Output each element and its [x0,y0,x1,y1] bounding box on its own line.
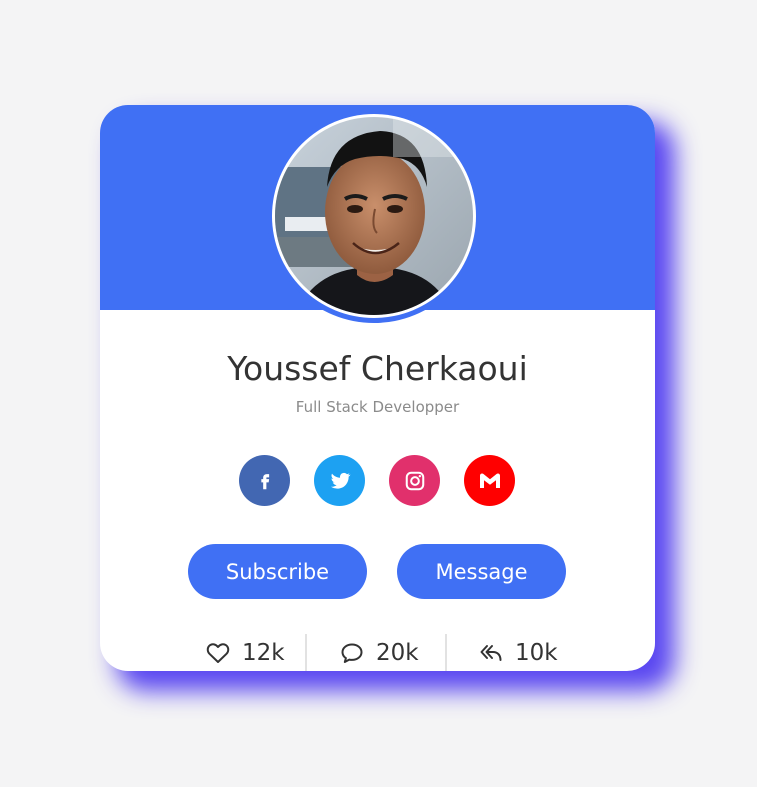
stat-divider [305,634,307,671]
likes-stat[interactable]: 12k [206,638,285,668]
facebook-icon [260,473,269,489]
profile-job-title: Full Stack Developper [295,398,460,416]
gmail-icon [479,472,500,488]
comments-count: 20k [376,640,419,666]
avatar [272,114,476,318]
shares-stat[interactable]: 10k [479,638,558,668]
avatar-ring [267,109,481,323]
likes-count: 12k [242,640,285,666]
instagram-icon [405,471,424,490]
stats-bar: 12k 20k 10k [100,634,655,671]
reply-all-icon [480,645,502,661]
profile-name: Youssef Cherkaoui [227,349,528,388]
shares-count: 10k [515,640,558,666]
comment-icon [341,643,363,663]
heart-icon [206,643,230,663]
avatar-photo [275,117,473,315]
message-button[interactable]: Message [397,544,566,599]
twitter-link[interactable] [314,455,365,506]
comments-stat[interactable]: 20k [340,638,419,668]
facebook-link[interactable] [239,455,290,506]
instagram-link[interactable] [389,455,440,506]
social-links [239,455,516,507]
profile-card: Youssef Cherkaoui Full Stack Developper [100,105,655,671]
stat-divider [445,634,447,671]
subscribe-button[interactable]: Subscribe [188,544,367,599]
gmail-link[interactable] [464,455,515,506]
twitter-icon [330,472,350,489]
